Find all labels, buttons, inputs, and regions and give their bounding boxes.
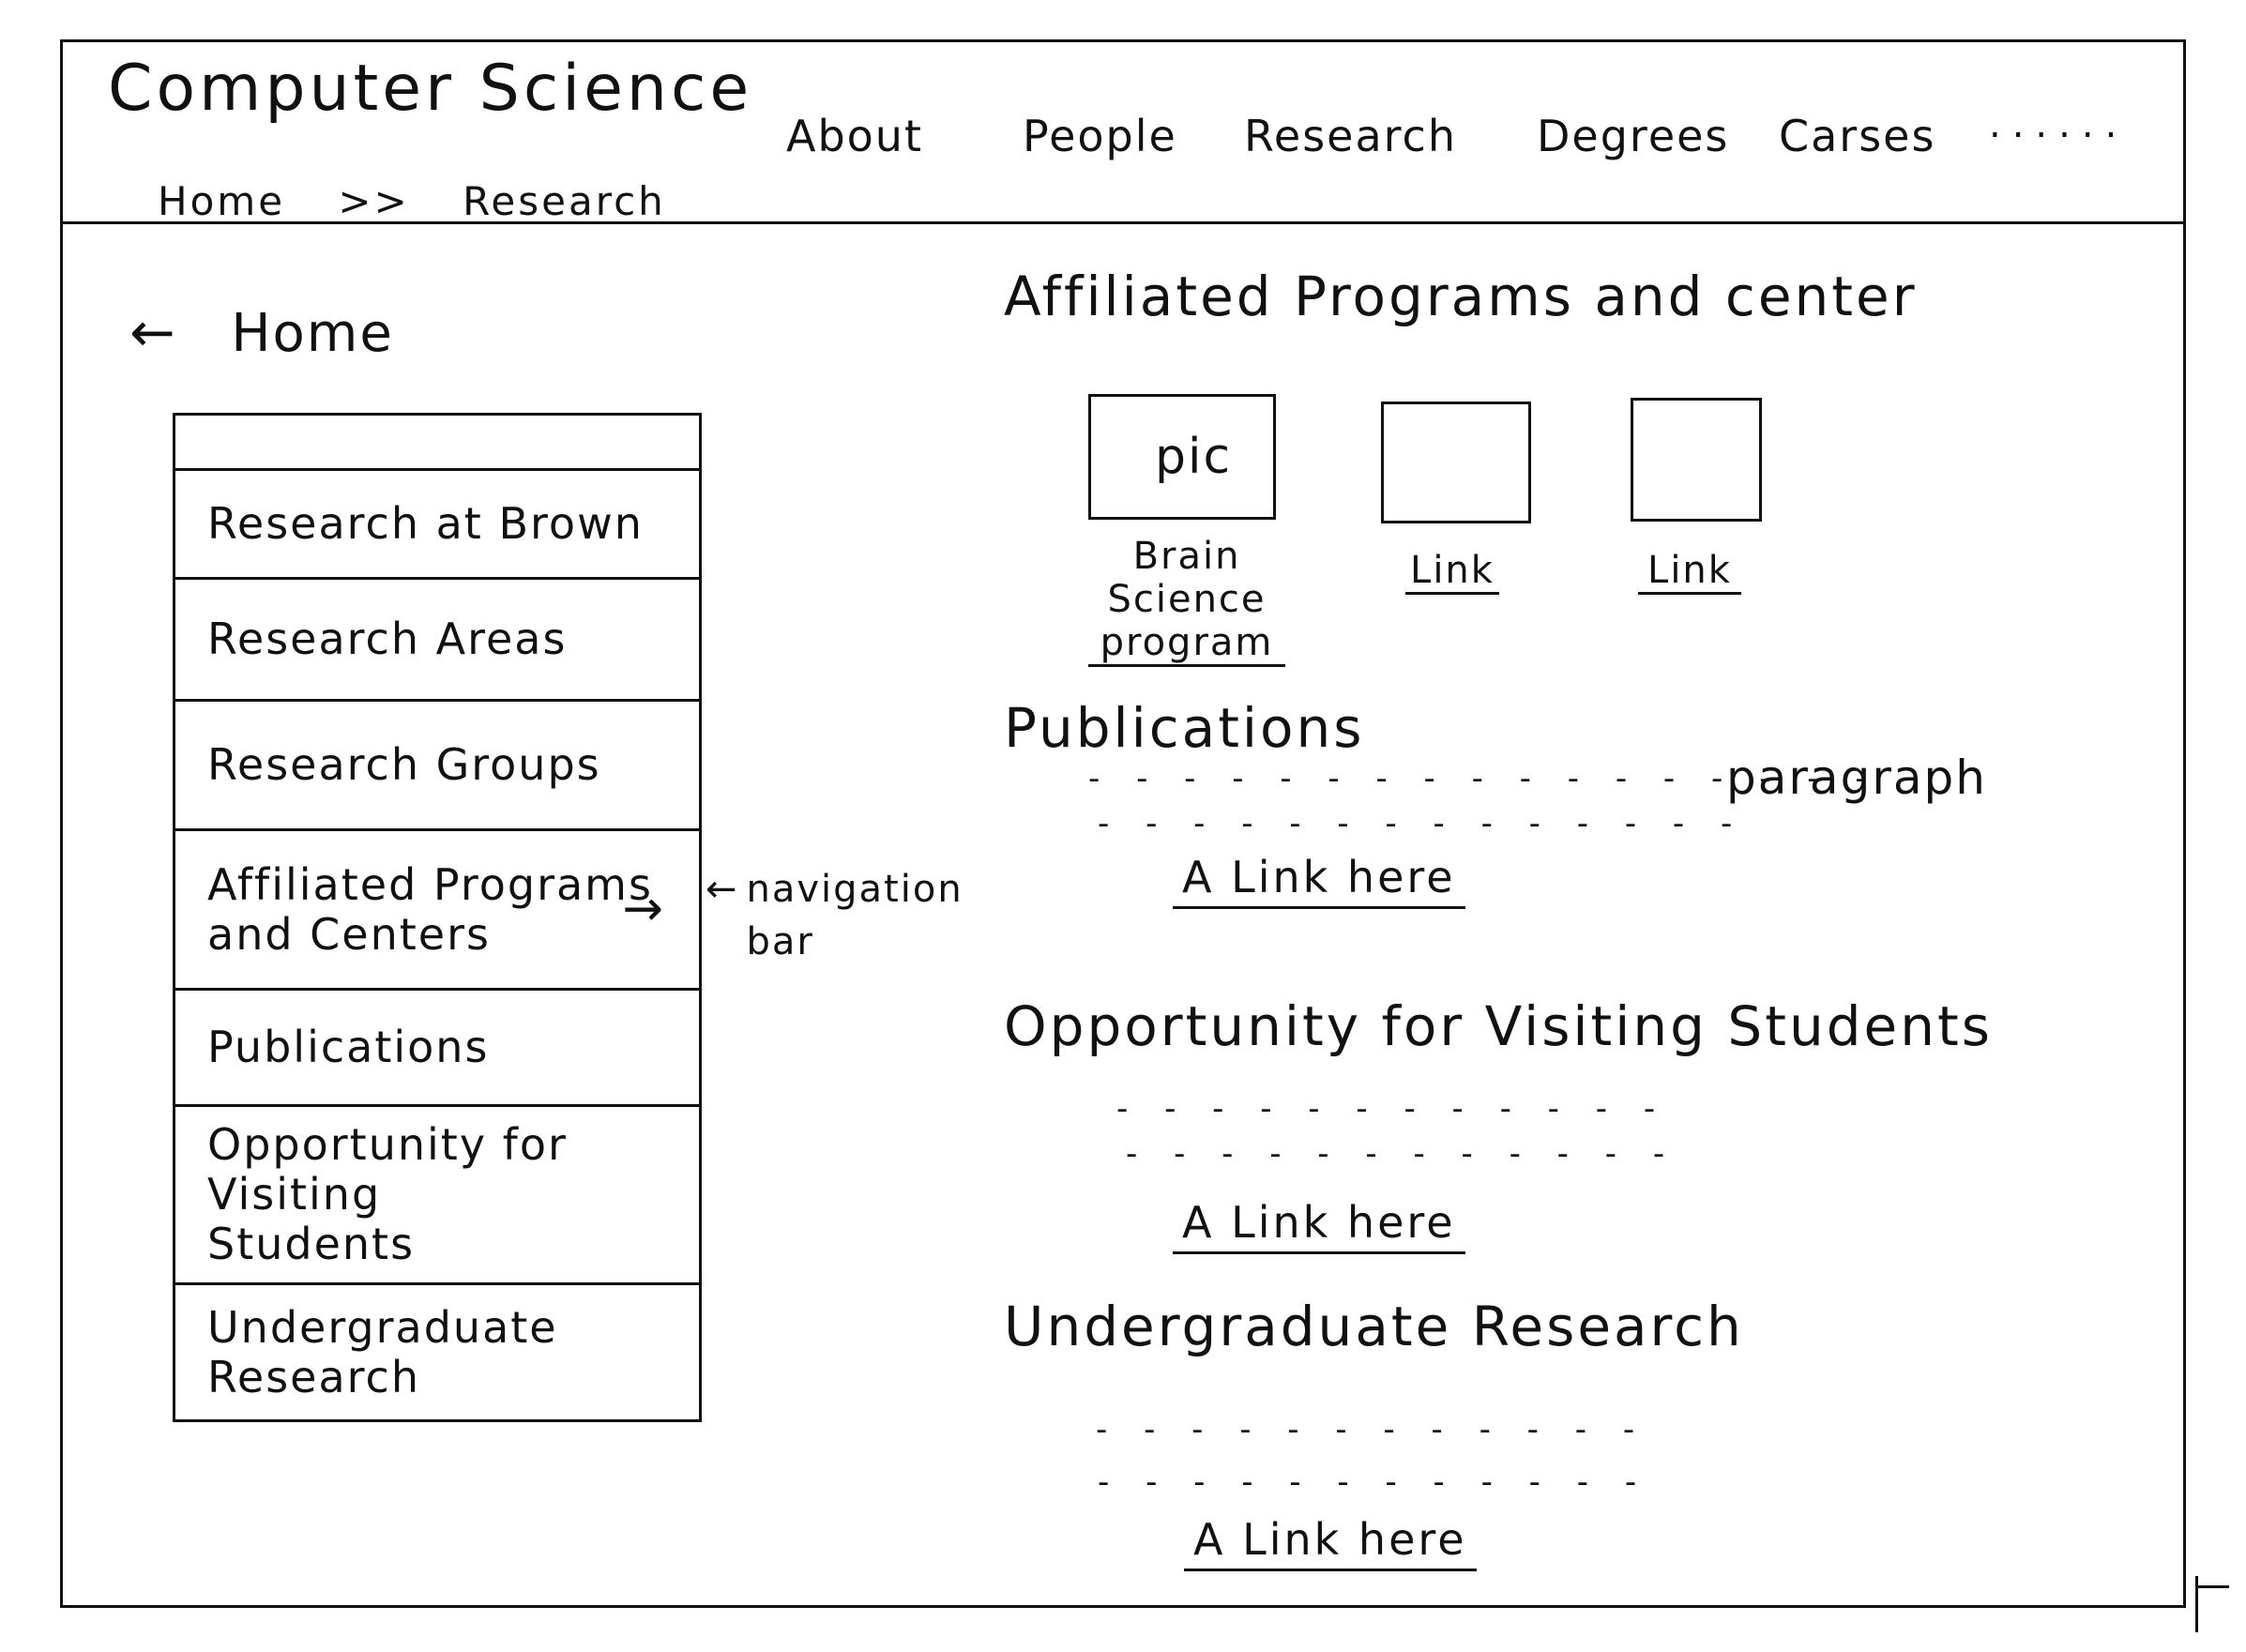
sidenav-item-publications[interactable]: Publications: [175, 988, 699, 1104]
annotation-arrow-icon: ←: [706, 868, 739, 911]
corner-mark: [2195, 1585, 2229, 1588]
nav-degrees[interactable]: Degrees: [1537, 111, 1729, 161]
program-card-link[interactable]: Brain Science program: [1088, 535, 1285, 667]
sidenav-item-research-at-brown[interactable]: Research at Brown: [175, 468, 699, 577]
sidenav-item-undergraduate-research[interactable]: Undergraduate Research: [175, 1282, 699, 1419]
breadcrumb-home[interactable]: Home: [158, 178, 285, 224]
sidenav-item-affiliated-programs[interactable]: Affiliated Programs and Centers →: [175, 828, 699, 988]
affiliated-section-title: Affiliated Programs and center: [1004, 265, 1918, 328]
program-card-image-3[interactable]: [1631, 398, 1762, 522]
sidenav-item-label: Research Groups: [207, 739, 601, 791]
sidenav-item-label: Publications: [207, 1022, 490, 1073]
undergrad-section-title: Undergraduate Research: [1004, 1295, 1744, 1358]
sidenav-empty-row: [175, 416, 699, 468]
paragraph-placeholder-line: - - - - - - - - - - - -: [1116, 1090, 1669, 1128]
nav-more-ellipsis[interactable]: ......: [1989, 103, 2128, 146]
breadcrumb: Home >> Research: [158, 178, 666, 224]
program-card-link-2[interactable]: Link: [1405, 549, 1499, 595]
sidenav-item-label: Research at Brown: [207, 498, 644, 550]
paragraph-label: paragraph: [1726, 750, 1987, 805]
nav-courses[interactable]: Carses: [1779, 111, 1935, 161]
back-home-label: Home: [231, 303, 394, 364]
paragraph-placeholder-line: - - - - - - - - - - - -: [1126, 1135, 1678, 1173]
pic-placeholder: pic: [1155, 429, 1233, 485]
right-arrow-icon: →: [622, 880, 663, 937]
sidenav-item-label: Undergraduate Research: [207, 1301, 558, 1402]
navigation-bar-annotation: ← navigation bar: [706, 863, 964, 968]
paragraph-placeholder-line: - - - - - - - - - - - -: [1096, 1411, 1648, 1448]
sidenav-item-label: Affiliated Programs and Centers: [207, 858, 653, 960]
sidenav-item-label: Research Areas: [207, 614, 568, 665]
program-card-image[interactable]: pic: [1088, 394, 1276, 520]
site-title[interactable]: Computer Science: [108, 52, 752, 126]
program-card-link-3[interactable]: Link: [1638, 549, 1741, 595]
sidenav-item-research-areas[interactable]: Research Areas: [175, 577, 699, 699]
side-navigation: Research at Brown Research Areas Researc…: [173, 413, 702, 1422]
visiting-link[interactable]: A Link here: [1173, 1197, 1465, 1254]
nav-research[interactable]: Research: [1244, 111, 1457, 161]
left-arrow-icon: ←: [129, 300, 177, 364]
sidenav-item-research-groups[interactable]: Research Groups: [175, 699, 699, 828]
back-home-link[interactable]: ← Home: [129, 300, 394, 364]
annotation-text: navigation bar: [746, 868, 964, 963]
sidenav-item-visiting-students[interactable]: Opportunity for Visiting Students: [175, 1104, 699, 1282]
corner-mark-vertical: [2195, 1576, 2198, 1632]
nav-about[interactable]: About: [786, 111, 923, 161]
visiting-section-title: Opportunity for Visiting Students: [1004, 994, 1993, 1058]
breadcrumb-current: Research: [463, 178, 666, 224]
undergrad-link[interactable]: A Link here: [1184, 1514, 1477, 1571]
publications-section-title: Publications: [1004, 696, 1365, 760]
publications-link[interactable]: A Link here: [1173, 852, 1465, 909]
sidenav-item-label: Opportunity for Visiting Students: [207, 1119, 568, 1269]
paragraph-placeholder-line: - - - - - - - - - - - - - -: [1098, 805, 1746, 842]
paragraph-placeholder-line: - - - - - - - - - - - -: [1098, 1463, 1650, 1501]
breadcrumb-separator: >>: [338, 178, 410, 224]
nav-people[interactable]: People: [1023, 111, 1177, 161]
program-card-image-2[interactable]: [1381, 402, 1531, 523]
